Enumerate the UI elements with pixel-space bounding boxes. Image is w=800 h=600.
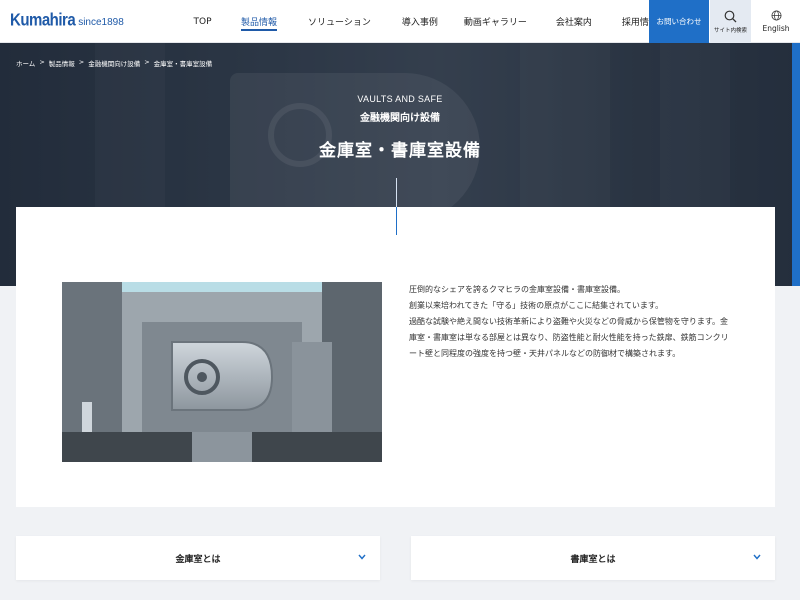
vault-photo	[62, 282, 382, 462]
language-label: English	[762, 24, 790, 33]
intro-paragraph: 過酷な試験や絶え間ない技術革新により盗難や火災などの脅威から保管物を守ります。金…	[409, 317, 729, 358]
chevron-down-icon	[753, 554, 761, 560]
breadcrumb-financial[interactable]: 金融機関向け設備	[88, 58, 140, 68]
intro-paragraph: 創業以来培われてきた「守る」技術の原点がここに結集されています。	[409, 301, 664, 310]
nav-item-top[interactable]: TOP	[182, 0, 223, 43]
contact-button[interactable]: お問い合わせ	[649, 0, 709, 43]
globe-icon	[771, 10, 781, 21]
intro-paragraph: 圧倒的なシェアを誇るクマヒラの金庫室設備・書庫室設備。	[409, 285, 625, 294]
card-divider-line	[396, 207, 397, 235]
site-header: Kumahira since1898 TOP 製品情報 ソリューション 導入事例…	[0, 0, 800, 43]
site-search-label: サイト内検索	[713, 27, 747, 34]
nav-item-products[interactable]: 製品情報	[241, 0, 278, 43]
logo[interactable]: Kumahira since1898	[10, 10, 124, 31]
breadcrumb-home[interactable]: ホーム	[16, 58, 35, 68]
nav-item-video-gallery[interactable]: 動画ギャラリー	[464, 0, 527, 43]
breadcrumb-current: 金庫室・書庫室設備	[153, 60, 213, 68]
nav-item-case-studies[interactable]: 導入事例	[402, 0, 438, 43]
accordion-vault-room[interactable]: 金庫室とは	[16, 536, 380, 580]
accordion-label: 金庫室とは	[175, 554, 221, 565]
breadcrumb-separator: >	[39, 58, 45, 66]
hero-subtitle: 金融機関向け設備	[360, 113, 440, 124]
nav-item-company[interactable]: 会社案内	[556, 0, 592, 43]
breadcrumb: ホーム > 製品情報 > 金融機関向け設備 > 金庫室・書庫室設備	[16, 58, 212, 68]
hero-edge-bar	[792, 43, 800, 286]
language-button[interactable]: English	[752, 0, 800, 43]
hero-eyebrow: VAULTS AND SAFE	[357, 94, 443, 104]
chevron-down-icon	[358, 554, 366, 560]
accordion-archive-room[interactable]: 書庫室とは	[411, 536, 775, 580]
search-icon	[724, 10, 737, 22]
page-title: 金庫室・書庫室設備	[319, 141, 481, 161]
breadcrumb-separator: >	[144, 58, 150, 66]
logo-wordmark: Kumahira	[10, 10, 76, 31]
breadcrumb-products[interactable]: 製品情報	[49, 58, 75, 68]
logo-since: since1898	[78, 17, 124, 28]
global-nav: TOP 製品情報 ソリューション 導入事例 動画ギャラリー 会社案内 採用情報	[182, 0, 658, 43]
nav-item-solutions[interactable]: ソリューション	[308, 0, 371, 43]
accordion-label: 書庫室とは	[570, 554, 616, 565]
vault-room-illustration	[62, 282, 382, 462]
breadcrumb-separator: >	[78, 58, 85, 66]
intro-text: 圧倒的なシェアを誇るクマヒラの金庫室設備・書庫室設備。 創業以来培われてきた「守…	[409, 282, 731, 362]
site-search-button[interactable]: サイト内検索	[710, 0, 751, 43]
